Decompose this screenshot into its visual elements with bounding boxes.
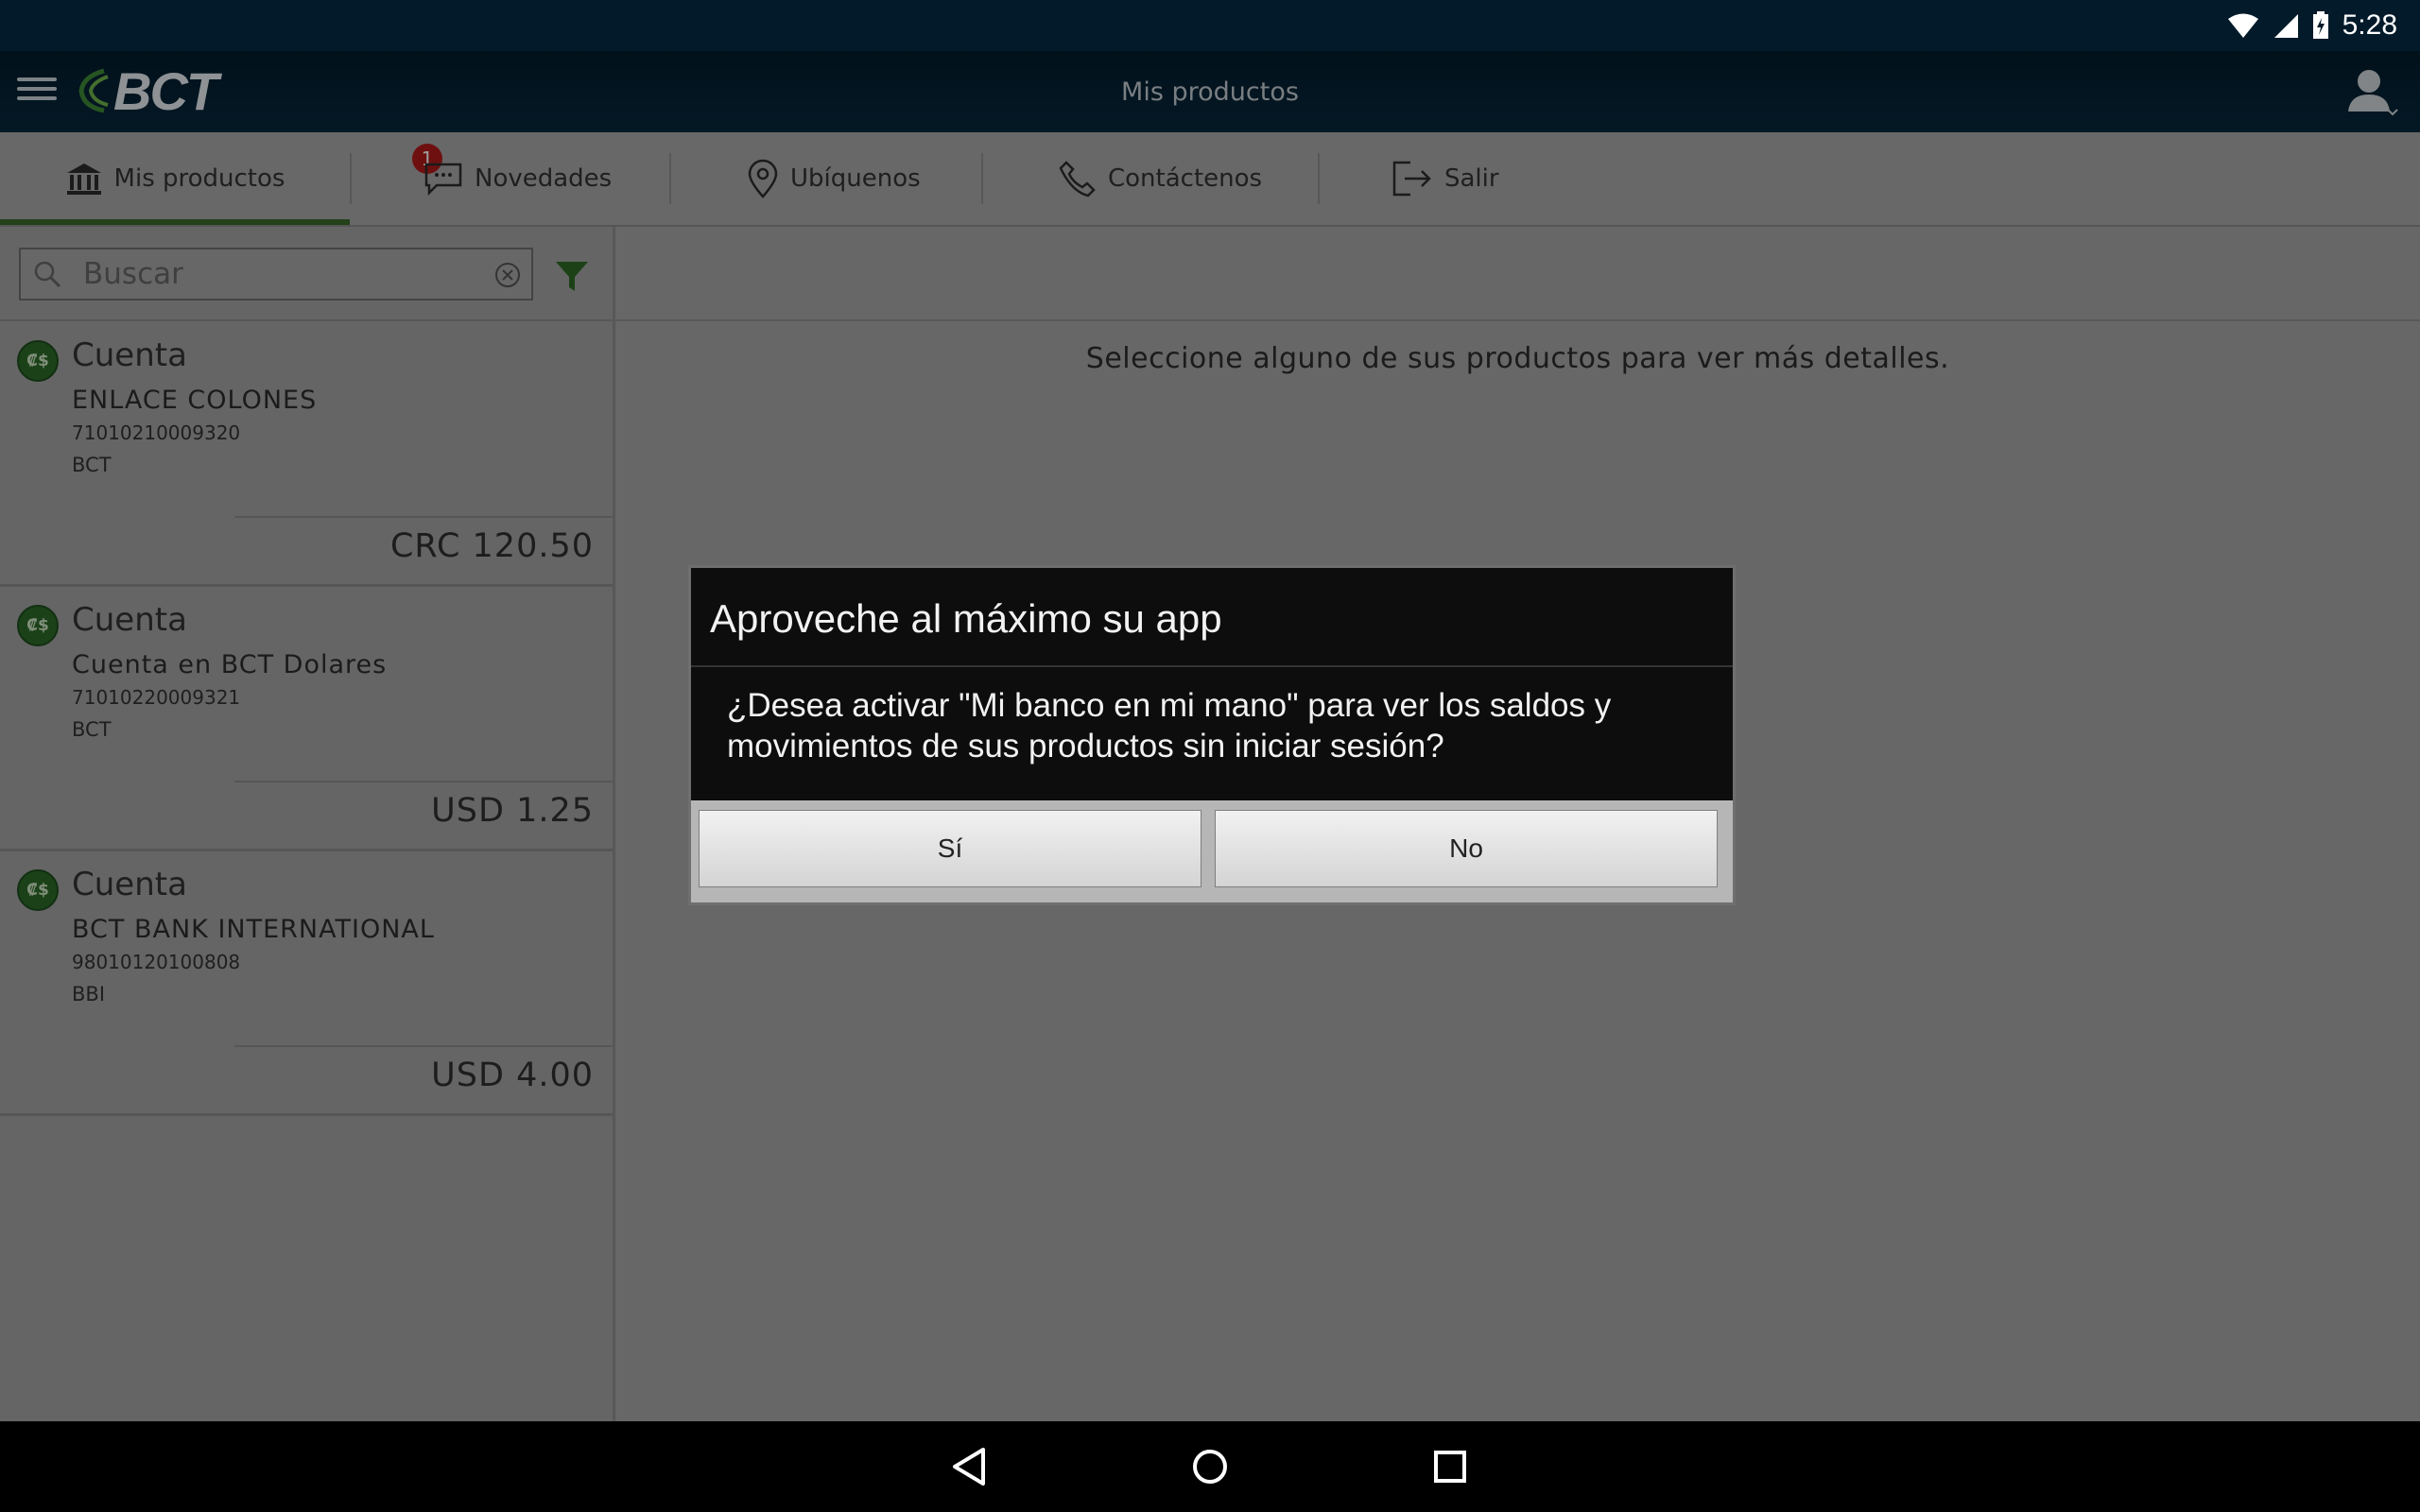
- dialog-message: ¿Desea activar "Mi banco en mi mano" par…: [727, 687, 1612, 765]
- dialog-button-bar: Sí No: [691, 800, 1733, 902]
- wifi-icon: [2227, 13, 2258, 38]
- yes-button[interactable]: Sí: [699, 810, 1201, 887]
- status-time: 5:28: [2342, 9, 2397, 41]
- cell-signal-icon: [2273, 14, 2298, 38]
- no-button[interactable]: No: [1215, 810, 1718, 887]
- activation-dialog: Aproveche al máximo su app ¿Desea activa…: [688, 565, 1736, 905]
- dialog-title: Aproveche al máximo su app: [710, 596, 1222, 641]
- recents-icon[interactable]: [1426, 1442, 1475, 1491]
- dialog-divider: [691, 665, 1733, 667]
- status-bar: 5:28: [0, 0, 2420, 51]
- battery-charging-icon: [2312, 11, 2328, 39]
- system-nav-bar: [0, 1421, 2420, 1512]
- home-icon[interactable]: [1185, 1442, 1235, 1491]
- back-icon[interactable]: [945, 1442, 994, 1491]
- status-icons: 5:28: [2227, 6, 2397, 45]
